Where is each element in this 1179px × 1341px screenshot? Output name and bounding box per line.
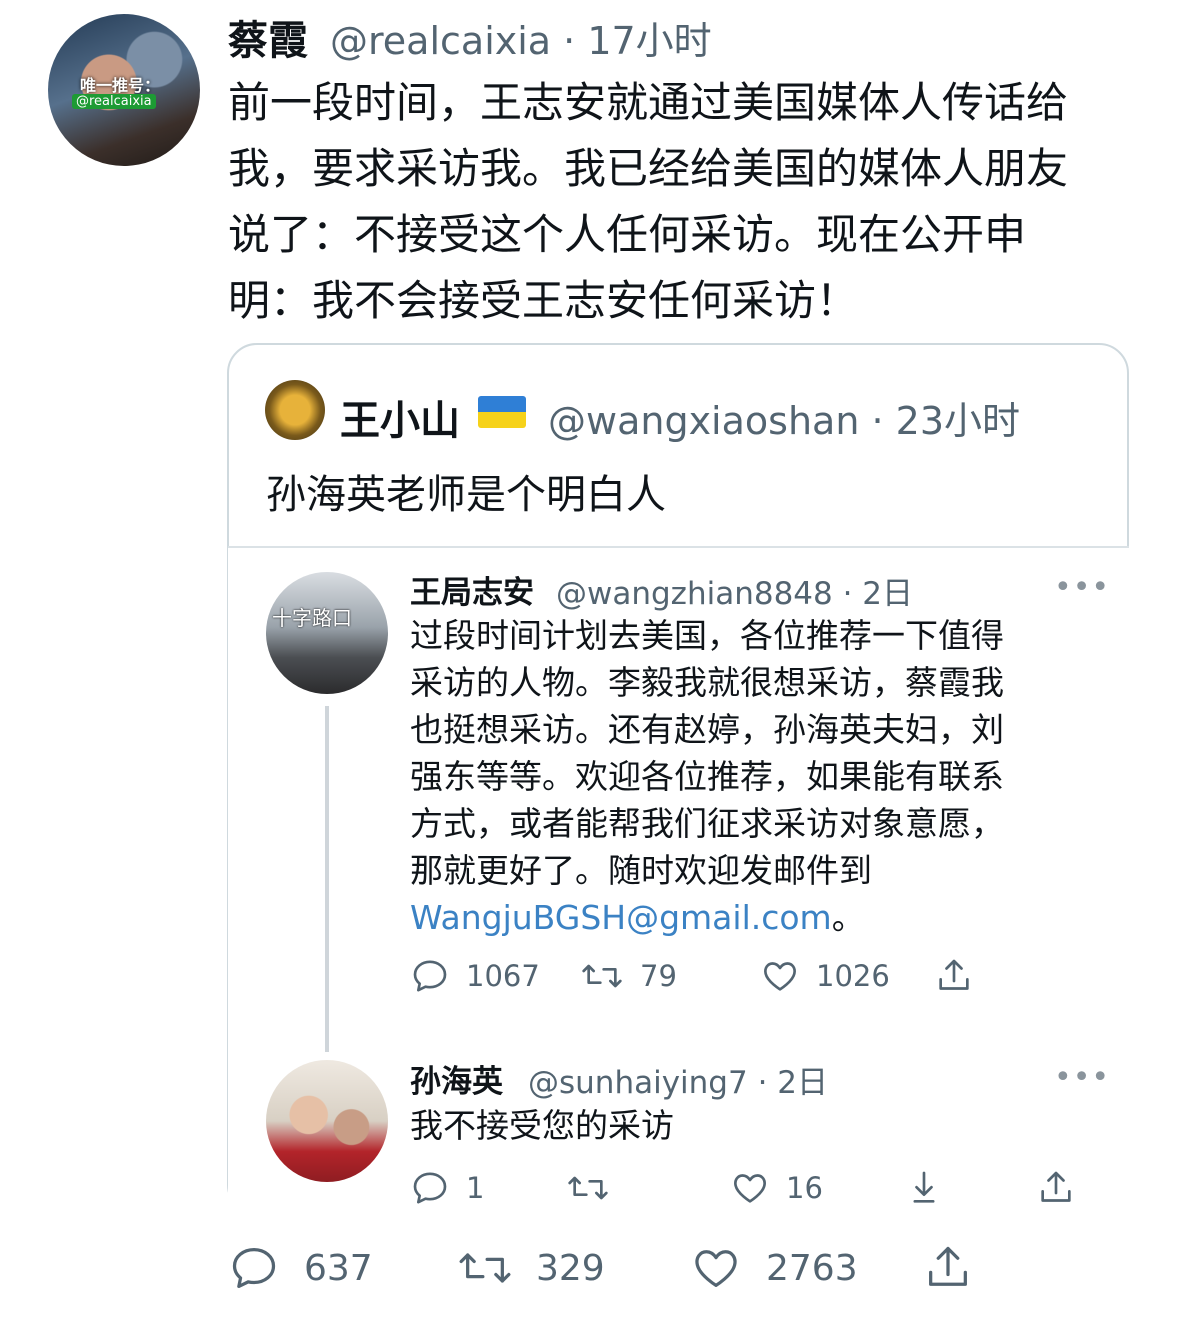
like-count: 16: [786, 1171, 823, 1205]
embedded-share-stat: [934, 956, 974, 996]
tweet-text-line: 明：我不会接受王志安任何采访！: [228, 276, 859, 325]
like-icon: [764, 962, 796, 991]
more-icon: •••: [1054, 570, 1111, 605]
post-text-line: 方式，或者能帮我们征求采访对象意愿，: [410, 804, 1004, 843]
retweet-button[interactable]: 329: [456, 1242, 605, 1294]
tweet-text-line: 前一段时间，王志安就通过美国媒体人传话给: [228, 78, 1069, 127]
embedded-author-avatar: 十字路口: [266, 572, 388, 694]
avatar-caption: 十字路口: [272, 606, 352, 630]
reply-button[interactable]: 637: [228, 1242, 373, 1294]
share-button[interactable]: [922, 1242, 974, 1294]
tweet-text-line: 说了：不接受这个人任何采访。现在公开申: [228, 210, 1027, 259]
reply-icon: [413, 960, 447, 992]
embedded-retweet-stat: [566, 1168, 610, 1208]
post-text-line: 采访的人物。李毅我就很想采访，蔡霞我: [410, 663, 1004, 702]
reply-count: 1067: [466, 959, 540, 993]
embedded-reply-stat: 1067: [410, 956, 540, 996]
like-button[interactable]: 2763: [690, 1242, 858, 1294]
avatar-watermark: 唯一推号：: [80, 76, 161, 95]
like-icon: [695, 1250, 737, 1287]
embedded-author-handle-time: @sunhaiying7 · 2日: [528, 1065, 828, 1101]
retweet-icon: [582, 964, 622, 988]
embedded-author-name: 孙海英: [410, 1064, 503, 1100]
post-text-line: 也挺想采访。还有赵婷，孙海英夫妇，刘: [410, 710, 1004, 749]
retweet-count: 79: [640, 959, 677, 993]
author-avatar[interactable]: 唯一推号： @realcaixia: [48, 14, 200, 166]
reply-icon: [232, 1247, 276, 1289]
embedded-author-avatar: [266, 1060, 388, 1182]
embedded-like-stat: 16: [730, 1168, 823, 1208]
embedded-post-text: 过段时间计划去美国，各位推荐一下值得 采访的人物。李毅我就很想采访，蔡霞我 也挺…: [410, 612, 1004, 941]
embedded-retweet-stat: 79: [580, 956, 677, 996]
avatar-watermark-handle: @realcaixia: [72, 94, 156, 109]
reply-icon: [413, 1172, 447, 1204]
quoted-author-name[interactable]: 王小山: [340, 388, 460, 446]
email-link: WangjuBGSH@gmail.com: [410, 898, 832, 937]
quoted-text: 孙海英老师是个明白人: [266, 472, 666, 518]
like-count: 2763: [766, 1247, 858, 1289]
embedded-download-stat: [904, 1168, 944, 1208]
share-icon: [929, 1246, 967, 1286]
reply-count: 637: [304, 1247, 373, 1289]
reply-count: 1: [466, 1171, 485, 1205]
retweet-icon: [568, 1176, 608, 1200]
embedded-share-stat: [1036, 1168, 1076, 1208]
retweet-icon: [459, 1253, 511, 1283]
tweet-text-line: 我，要求采访我。我已经给美国的媒体人朋友: [228, 144, 1069, 193]
like-icon: [734, 1174, 766, 1203]
post-text-line: 强东等等。欢迎各位推荐，如果能有联系: [410, 757, 1004, 796]
embedded-like-stat: 1026: [760, 956, 890, 996]
share-icon: [939, 959, 969, 990]
share-icon: [1041, 1171, 1071, 1202]
author-handle-time[interactable]: @realcaixia · 17小时: [330, 10, 712, 65]
download-icon: [913, 1171, 935, 1203]
author-name[interactable]: 蔡霞: [228, 8, 308, 66]
post-text-line: 那就更好了。随时欢迎发邮件到: [410, 851, 872, 890]
thread-connector-line: [325, 706, 329, 1052]
like-count: 1026: [816, 959, 890, 993]
ukraine-flag-icon: [478, 396, 526, 428]
post-email-line: WangjuBGSH@gmail.com。: [410, 894, 1004, 941]
quoted-author-handle-time[interactable]: @wangxiaoshan · 23小时: [548, 390, 1020, 445]
email-suffix: 。: [831, 898, 865, 937]
embedded-post-text: 我不接受您的采访: [410, 1106, 674, 1145]
embedded-author-name: 王局志安: [410, 575, 534, 611]
more-icon: •••: [1054, 1060, 1111, 1095]
tweet-text: 前一段时间，王志安就通过美国媒体人传话给 我，要求采访我。我已经给美国的媒体人朋…: [228, 70, 1148, 334]
embedded-reply-stat: 1: [410, 1168, 484, 1208]
post-text-line: 过段时间计划去美国，各位推荐一下值得: [410, 616, 1004, 655]
retweet-count: 329: [536, 1247, 605, 1289]
quoted-author-avatar[interactable]: [265, 380, 325, 440]
embedded-author-handle-time: @wangzhian8848 · 2日: [556, 576, 914, 612]
